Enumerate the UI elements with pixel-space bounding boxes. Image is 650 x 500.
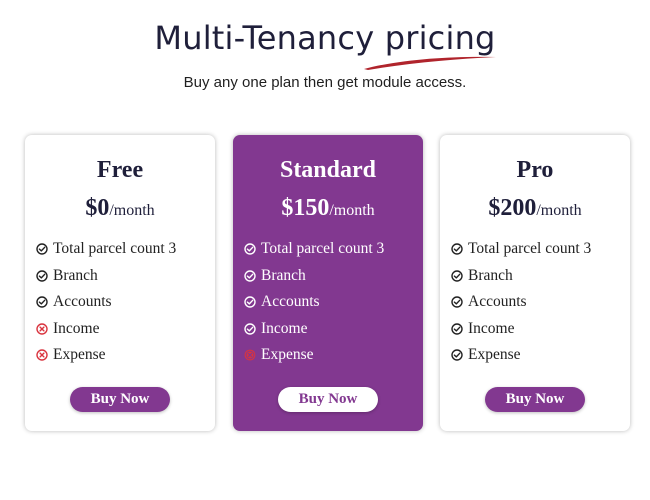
check-circle-icon	[244, 296, 256, 308]
price-period: /month	[109, 202, 155, 219]
check-circle-icon	[451, 296, 463, 308]
page-title: Multi-Tenancy pricing	[154, 19, 496, 57]
buy-now-button-free[interactable]: Buy Now	[70, 387, 170, 412]
page-subtitle: Buy any one plan then get module access.	[183, 74, 467, 91]
check-circle-icon	[451, 270, 463, 282]
feature-item: Total parcel count 3	[36, 236, 209, 263]
plan-card-free: Free $0/month Total parcel count 3 Branc…	[25, 135, 215, 431]
plan-card-pro: Pro $200/month Total parcel count 3 Bran…	[440, 135, 630, 431]
price-amount: $200	[488, 195, 537, 221]
feature-item: Accounts	[36, 289, 209, 316]
feature-item: Total parcel count 3	[244, 236, 417, 263]
check-circle-icon	[36, 243, 48, 255]
feature-label: Income	[468, 319, 515, 337]
check-circle-icon	[451, 323, 463, 335]
feature-label: Total parcel count 3	[53, 240, 177, 258]
feature-label: Branch	[468, 266, 513, 284]
buy-now-button-pro[interactable]: Buy Now	[485, 387, 585, 412]
feature-label: Expense	[261, 346, 314, 364]
feature-label: Accounts	[261, 293, 320, 311]
feature-label: Total parcel count 3	[261, 240, 385, 258]
feature-label: Expense	[468, 346, 521, 364]
feature-item: Branch	[244, 263, 417, 290]
feature-label: Income	[261, 319, 308, 337]
plan-name: Pro	[516, 157, 554, 183]
feature-item: Income	[36, 316, 209, 343]
price-period: /month	[536, 202, 582, 219]
pricing-header: Multi-Tenancy pricing	[0, 18, 650, 58]
feature-item: Branch	[451, 263, 624, 290]
feature-label: Total parcel count 3	[468, 240, 592, 258]
check-circle-icon	[244, 243, 256, 255]
check-circle-icon	[36, 296, 48, 308]
feature-label: Branch	[261, 266, 306, 284]
x-circle-icon	[36, 323, 48, 335]
price-amount: $0	[85, 195, 110, 221]
plan-price: $200/month	[440, 195, 630, 222]
buy-now-button-standard[interactable]: Buy Now	[278, 387, 378, 412]
check-circle-icon	[244, 323, 256, 335]
price-period: /month	[329, 202, 375, 219]
plan-price: $150/month	[233, 195, 423, 222]
feature-item: Total parcel count 3	[451, 236, 624, 263]
feature-item: Income	[451, 316, 624, 343]
x-circle-icon	[36, 349, 48, 361]
title-underline-swoosh	[364, 56, 496, 70]
check-circle-icon	[451, 349, 463, 361]
feature-label: Branch	[53, 266, 98, 284]
plan-card-standard: Standard $150/month Total parcel count 3…	[233, 135, 423, 431]
check-circle-icon	[451, 243, 463, 255]
feature-item: Expense	[36, 342, 209, 369]
feature-label: Income	[53, 319, 100, 337]
feature-list: Total parcel count 3 Branch Accounts Inc…	[244, 236, 417, 369]
feature-label: Expense	[53, 346, 106, 364]
feature-item: Accounts	[451, 289, 624, 316]
feature-item: Income	[244, 316, 417, 343]
feature-item: Branch	[36, 263, 209, 290]
feature-label: Accounts	[468, 293, 527, 311]
plan-name: Standard	[279, 157, 377, 183]
plan-name: Free	[96, 157, 144, 183]
feature-item: Accounts	[244, 289, 417, 316]
feature-item: Expense	[244, 342, 417, 369]
x-circle-icon	[244, 349, 256, 361]
check-circle-icon	[244, 270, 256, 282]
feature-item: Expense	[451, 342, 624, 369]
feature-label: Accounts	[53, 293, 112, 311]
check-circle-icon	[36, 270, 48, 282]
feature-list: Total parcel count 3 Branch Accounts Inc…	[451, 236, 624, 369]
price-amount: $150	[281, 195, 330, 221]
feature-list: Total parcel count 3 Branch Accounts Inc…	[36, 236, 209, 369]
plan-price: $0/month	[25, 195, 215, 222]
